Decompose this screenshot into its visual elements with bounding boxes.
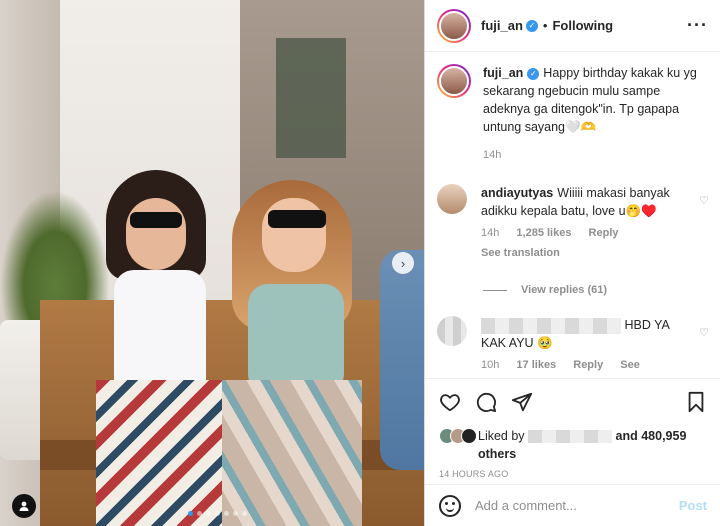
comment-like-heart-icon[interactable]: ♡ bbox=[699, 326, 709, 339]
likes-others[interactable]: others bbox=[478, 447, 516, 461]
action-buttons bbox=[439, 391, 707, 413]
reply-button[interactable]: Reply bbox=[589, 227, 619, 239]
avatar-image bbox=[439, 10, 469, 41]
post-side-panel: fuji_an ✓ • Following ··· fuji_an ✓ Happy … bbox=[424, 0, 720, 526]
replies-line bbox=[483, 289, 507, 291]
comment-username[interactable]: andiayutyas bbox=[481, 186, 553, 200]
see-translation-link[interactable]: See translation bbox=[481, 244, 677, 262]
comment-likes[interactable]: 17 likes bbox=[516, 359, 556, 371]
person-skirt bbox=[222, 380, 362, 526]
carousel-dot bbox=[233, 511, 238, 516]
person-skirt bbox=[96, 380, 226, 526]
comments-list[interactable]: fuji_an ✓ Happy birthday kakak ku yg sekar… bbox=[425, 52, 720, 378]
carousel-dot bbox=[188, 511, 193, 516]
more-icon[interactable]: ··· bbox=[687, 15, 708, 36]
following-button[interactable]: Following bbox=[552, 18, 613, 33]
carousel-dot bbox=[197, 511, 202, 516]
carousel-dot bbox=[206, 511, 211, 516]
post-timestamp: 14 HOURS AGO bbox=[439, 469, 509, 479]
comment-body: HBD YA KAK AYU 🥹 10h 17 likes Reply See … bbox=[481, 316, 677, 378]
user-silhouette-icon bbox=[19, 501, 29, 511]
bookmark-icon[interactable] bbox=[685, 391, 707, 413]
reply-button[interactable]: Reply bbox=[573, 359, 603, 371]
commenter-avatar[interactable] bbox=[437, 184, 467, 214]
next-arrow-icon[interactable]: › bbox=[392, 252, 414, 274]
avatar-image bbox=[439, 66, 469, 96]
share-icon[interactable] bbox=[511, 391, 533, 413]
verified-icon: ✓ bbox=[525, 19, 538, 32]
post-button[interactable]: Post bbox=[679, 498, 707, 513]
comment-input[interactable] bbox=[475, 498, 679, 513]
carousel-dots bbox=[188, 511, 247, 516]
photo-person-right bbox=[380, 250, 424, 470]
photo-window bbox=[276, 38, 346, 158]
redacted-liker bbox=[528, 430, 613, 444]
likes-text: Liked by and 480,959 others bbox=[478, 427, 686, 463]
person-sunglasses bbox=[268, 210, 326, 228]
emoji-icon[interactable] bbox=[439, 494, 461, 517]
verified-icon: ✓ bbox=[527, 67, 540, 80]
carousel-dot bbox=[215, 511, 220, 516]
person-sunglasses bbox=[130, 212, 182, 228]
comment-time: 14h bbox=[481, 227, 500, 239]
comment-icon[interactable] bbox=[475, 391, 497, 413]
comment-meta: 10h 17 likes Reply See translation bbox=[481, 356, 677, 378]
author-avatar[interactable] bbox=[437, 8, 471, 43]
carousel-dot bbox=[242, 511, 247, 516]
person-face bbox=[126, 198, 186, 270]
caption: fuji_an ✓ Happy birthday kakak ku yg sekar… bbox=[437, 64, 709, 164]
photo-person-left bbox=[96, 170, 226, 526]
carousel-dot bbox=[224, 511, 229, 516]
comment-item: HBD YA KAK AYU 🥹 10h 17 likes Reply See … bbox=[437, 316, 709, 378]
header-separator: • bbox=[542, 18, 548, 33]
likes-summary[interactable]: Liked by and 480,959 others bbox=[439, 427, 707, 463]
post-actions: Liked by and 480,959 others 14 HOURS AGO bbox=[425, 378, 720, 479]
instagram-post-modal: › fuji_an ✓ • Following ··· fuji_an ✓ Happ… bbox=[0, 0, 720, 526]
caption-body: fuji_an ✓ Happy birthday kakak ku yg sekar… bbox=[483, 64, 709, 164]
comment-body: andiayutyas Wiiiii makasi banyak adikku k… bbox=[481, 184, 677, 262]
add-comment-bar: Post bbox=[425, 484, 720, 526]
redacted-username bbox=[481, 317, 621, 334]
comment-time: 10h bbox=[481, 359, 500, 371]
photo-person-middle bbox=[222, 180, 372, 526]
view-replies-label: View replies (61) bbox=[521, 284, 608, 296]
person-top bbox=[114, 270, 206, 390]
comment-like-heart-icon[interactable]: ♡ bbox=[699, 194, 709, 207]
see-translation-link[interactable]: See translation bbox=[481, 359, 640, 378]
comment-likes[interactable]: 1,285 likes bbox=[516, 227, 571, 239]
person-top bbox=[248, 284, 344, 394]
caption-avatar[interactable] bbox=[437, 64, 471, 98]
post-header: fuji_an ✓ • Following ··· bbox=[425, 0, 720, 52]
likes-count[interactable]: and 480,959 bbox=[616, 429, 687, 443]
heart-icon[interactable] bbox=[439, 391, 461, 413]
liker-avatars bbox=[439, 428, 477, 444]
commenter-avatar-redacted[interactable] bbox=[437, 316, 467, 346]
comment-item: andiayutyas Wiiiii makasi banyak adikku k… bbox=[437, 184, 709, 262]
author-username[interactable]: fuji_an bbox=[481, 18, 523, 33]
user-tag-icon[interactable] bbox=[12, 494, 36, 518]
comment-meta: 14h 1,285 likes Reply bbox=[481, 224, 677, 242]
view-replies-button[interactable]: View replies (61) bbox=[483, 284, 709, 296]
caption-time: 14h bbox=[483, 149, 502, 161]
liker-avatar bbox=[461, 428, 477, 444]
caption-username[interactable]: fuji_an bbox=[483, 66, 523, 80]
post-photo[interactable]: › bbox=[0, 0, 424, 526]
liked-by-prefix: Liked by bbox=[478, 429, 525, 443]
